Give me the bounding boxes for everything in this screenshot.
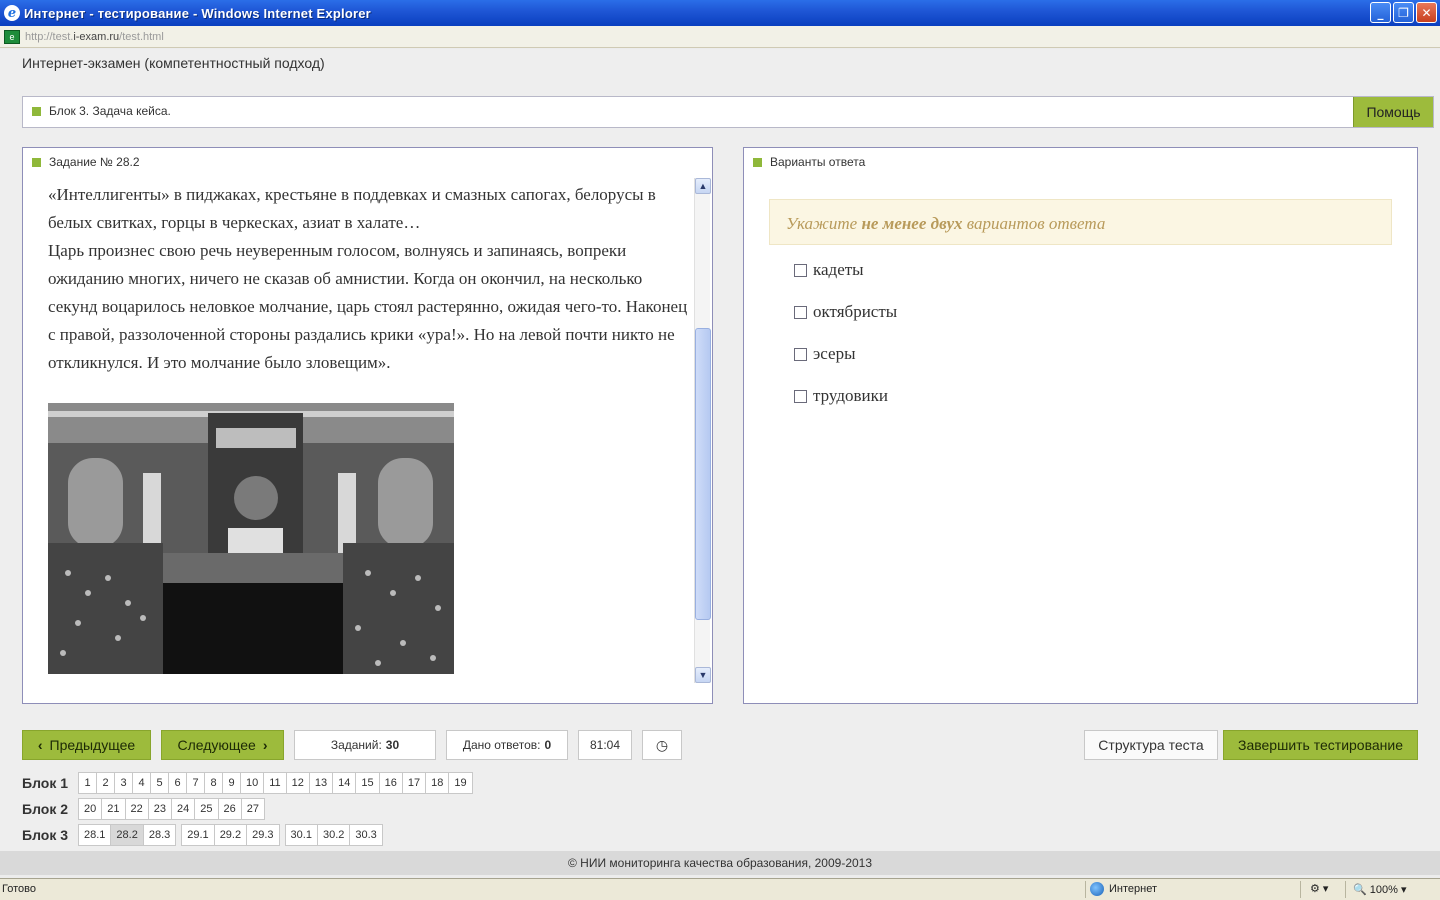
status-bar: Готово Интернет ⚙ ▾ 🔍 100% ▾	[0, 878, 1440, 900]
scroll-up-icon[interactable]: ▲	[695, 178, 711, 194]
scroll-thumb[interactable]	[695, 328, 711, 620]
task-number-cell[interactable]: 22	[124, 798, 149, 820]
task-number-cell[interactable]: 2	[96, 772, 115, 794]
globe-icon	[1090, 882, 1104, 896]
url-prefix: http://test.	[25, 30, 74, 43]
task-number-cell[interactable]: 13	[308, 772, 334, 794]
chevron-right-icon: ›	[262, 737, 268, 753]
answer-option[interactable]: кадеты	[794, 260, 864, 280]
task-number-cell[interactable]: 18	[425, 772, 450, 794]
checkbox[interactable]	[794, 347, 807, 361]
task-number-cell[interactable]: 5	[150, 772, 169, 794]
answers-header: Варианты ответа	[770, 155, 866, 169]
task-number-cell[interactable]: 3	[114, 772, 133, 794]
test-structure-button[interactable]: Структура теста	[1084, 730, 1218, 760]
task-number-cell[interactable]: 10	[240, 772, 265, 794]
task-number-cell[interactable]: 14	[332, 772, 357, 794]
footer-copyright: © НИИ мониторинга качества образования, …	[0, 851, 1440, 875]
task-number-cell[interactable]: 29.1	[181, 824, 215, 846]
finish-test-button[interactable]: Завершить тестирование	[1223, 730, 1418, 760]
page-content: Интернет-экзамен (компетентностный подхо…	[0, 49, 1440, 875]
task-number-cell[interactable]: 24	[171, 798, 196, 820]
clock-button[interactable]: ◷	[642, 730, 682, 760]
timer: 81:04	[578, 730, 632, 760]
task-number-cell[interactable]: 25	[194, 798, 219, 820]
minimize-button[interactable]: _	[1370, 2, 1391, 23]
task-number-cell[interactable]: 7	[186, 772, 205, 794]
green-square-icon	[32, 107, 41, 117]
task-scrollbar[interactable]: ▲ ▼	[694, 178, 711, 683]
green-square-icon	[32, 158, 41, 168]
block-3-label: Блок 3	[22, 827, 69, 843]
block-1-label: Блок 1	[22, 775, 69, 791]
security-zone: Интернет	[1090, 882, 1157, 896]
checkbox[interactable]	[794, 305, 807, 319]
duma-opening-photo	[48, 403, 454, 674]
block-label: Блок 3. Задача кейса.	[49, 104, 171, 118]
task-number-cell[interactable]: 28.2	[110, 824, 144, 846]
task-number-cell[interactable]: 30.3	[349, 824, 383, 846]
task-number-cell[interactable]: 21	[101, 798, 126, 820]
task-text: «Интеллигенты» в пиджаках, крестьяне в п…	[48, 185, 688, 372]
block-bar: Блок 3. Задача кейса. Помощь	[22, 96, 1434, 128]
next-button[interactable]: Следующее ›	[161, 730, 284, 760]
task-number-cell[interactable]: 12	[285, 772, 310, 794]
task-number-cell[interactable]: 30.2	[316, 824, 351, 846]
clock-icon: ◷	[655, 736, 669, 753]
status-text: Готово	[2, 883, 36, 895]
zoom-level[interactable]: 🔍 100% ▾	[1353, 883, 1406, 896]
task-number-cell[interactable]: 17	[401, 772, 427, 794]
task-number-cell[interactable]: 19	[448, 772, 473, 794]
task-number-cell[interactable]: 16	[378, 772, 403, 794]
task-number-cell[interactable]: 15	[355, 772, 380, 794]
answer-option[interactable]: трудовики	[794, 386, 888, 406]
task-number-cell[interactable]: 27	[240, 798, 265, 820]
block-2-label: Блок 2	[22, 801, 69, 817]
answer-instruction: Укажите не менее двух вариантов ответа	[769, 199, 1392, 245]
task-number-cell[interactable]: 28.3	[142, 824, 177, 846]
help-button[interactable]: Помощь	[1353, 97, 1433, 127]
window-title: Интернет - тестирование - Windows Intern…	[24, 5, 371, 21]
task-number-cell[interactable]: 28.1	[78, 824, 112, 846]
task-number-cell[interactable]: 30.1	[284, 824, 318, 846]
tasks-counter: Заданий: 30	[294, 730, 436, 760]
task-number-cell[interactable]: 1	[78, 772, 97, 794]
task-panel: Задание № 28.2 «Интеллигенты» в пиджаках…	[22, 147, 713, 704]
answer-option[interactable]: эсеры	[794, 344, 856, 364]
url-domain: i-exam.ru	[73, 30, 120, 43]
task-number-cell[interactable]: 29.2	[213, 824, 248, 846]
address-bar[interactable]: e http://test. i-exam.ru/test.html	[0, 26, 1440, 48]
protected-mode-icon[interactable]: ⚙ ▾	[1310, 882, 1328, 895]
task-number-cell[interactable]: 20	[78, 798, 103, 820]
answered-counter: Дано ответов: 0	[446, 730, 568, 760]
task-header: Задание № 28.2	[49, 155, 140, 169]
answer-option[interactable]: октябристы	[794, 302, 897, 322]
task-number-cell[interactable]: 11	[263, 772, 287, 794]
green-square-icon	[753, 158, 762, 168]
exam-title: Интернет-экзамен (компетентностный подхо…	[22, 55, 325, 71]
window-title-bar: e Интернет - тестирование - Windows Inte…	[0, 0, 1440, 26]
answer-panel: Варианты ответа Укажите не менее двух ва…	[743, 147, 1418, 704]
scroll-down-icon[interactable]: ▼	[695, 667, 711, 683]
checkbox[interactable]	[794, 389, 807, 403]
url-suffix: /test.html	[119, 30, 164, 43]
task-number-cell[interactable]: 29.3	[246, 824, 280, 846]
maximize-button[interactable]: ❐	[1393, 2, 1414, 23]
task-number-cell[interactable]: 4	[132, 772, 151, 794]
task-number-cell[interactable]: 9	[222, 772, 241, 794]
checkbox[interactable]	[794, 263, 807, 277]
page-icon: e	[4, 29, 20, 44]
task-number-cell[interactable]: 6	[168, 772, 187, 794]
task-number-cell[interactable]: 8	[204, 772, 223, 794]
close-button[interactable]: ✕	[1416, 2, 1437, 23]
internet-explorer-icon: e	[4, 5, 20, 21]
chevron-left-icon: ‹	[37, 737, 43, 753]
prev-button[interactable]: ‹ Предыдущее	[22, 730, 151, 760]
task-number-cell[interactable]: 26	[217, 798, 242, 820]
task-number-cell[interactable]: 23	[147, 798, 172, 820]
